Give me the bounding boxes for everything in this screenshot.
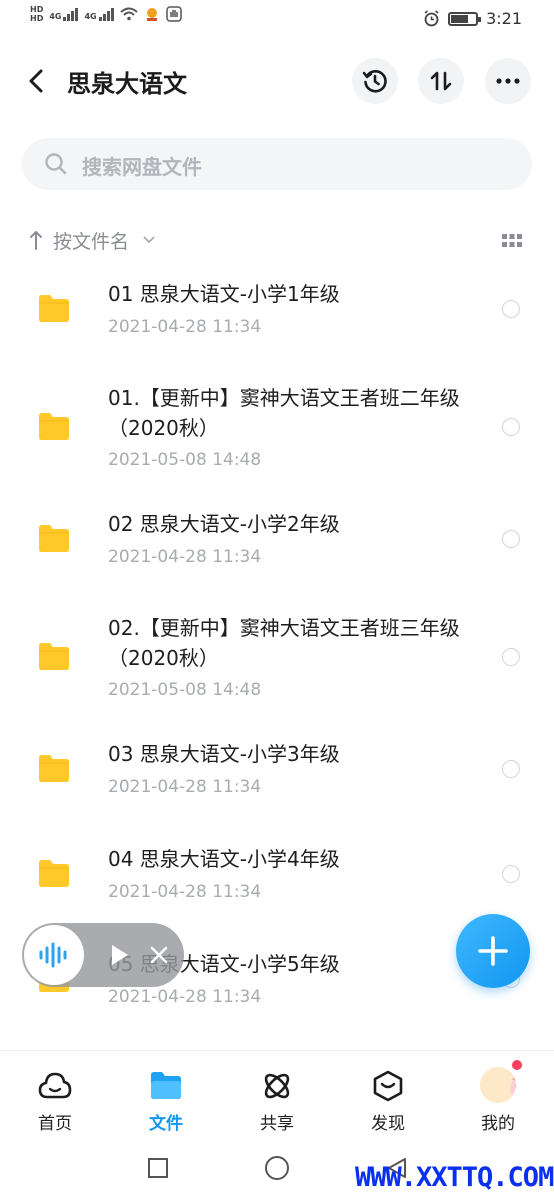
sort-icon bbox=[430, 71, 452, 91]
list-item[interactable]: 01 思泉大语文-小学1年级 2021-04-28 11:34 bbox=[0, 270, 554, 360]
sort-row[interactable]: 按文件名 bbox=[28, 226, 526, 254]
watermark: WWW.XXTTQ.COM bbox=[355, 1162, 554, 1193]
list-item[interactable]: 02 思泉大语文-小学2年级 2021-04-28 11:34 bbox=[0, 500, 554, 590]
folder-icon bbox=[39, 643, 69, 670]
file-name: 01.【更新中】窦神大语文王者班二年级（2020秋） bbox=[108, 386, 460, 440]
close-icon[interactable] bbox=[150, 946, 168, 964]
share-atom-icon bbox=[264, 1073, 290, 1099]
audio-wave-icon bbox=[39, 942, 67, 968]
file-name: 03 思泉大语文-小学3年级 bbox=[108, 742, 340, 766]
list-item[interactable]: 01.【更新中】窦神大语文王者班二年级（2020秋） 2021-05-08 14… bbox=[0, 375, 554, 485]
file-date: 2021-04-28 11:34 bbox=[108, 777, 262, 797]
nav-files[interactable]: 文件 bbox=[126, 1067, 206, 1137]
battery-icon bbox=[448, 11, 482, 26]
sort-button[interactable] bbox=[418, 58, 464, 104]
history-button[interactable] bbox=[352, 58, 398, 104]
more-icon bbox=[496, 78, 520, 84]
header: 思泉大语文 bbox=[0, 55, 554, 107]
back-arrow-icon[interactable] bbox=[24, 67, 50, 95]
nav-discover-label: 发现 bbox=[371, 1114, 405, 1134]
signal1-icon: 4G bbox=[49, 7, 79, 21]
audio-wave-button[interactable] bbox=[24, 925, 84, 985]
nav-home-label: 首页 bbox=[38, 1114, 72, 1134]
add-button[interactable] bbox=[456, 914, 530, 988]
select-radio[interactable] bbox=[502, 418, 520, 436]
file-name: 04 思泉大语文-小学4年级 bbox=[108, 847, 340, 871]
list-item[interactable]: 03 思泉大语文-小学3年级 2021-04-28 11:34 bbox=[0, 730, 554, 820]
avatar bbox=[480, 1067, 516, 1103]
search-icon bbox=[45, 153, 67, 175]
grid-view-icon[interactable] bbox=[502, 234, 522, 248]
nav-share-label: 共享 bbox=[260, 1114, 294, 1134]
folder-icon bbox=[39, 755, 69, 782]
search-placeholder: 搜索网盘文件 bbox=[82, 155, 202, 179]
folder-icon bbox=[39, 413, 69, 440]
home-cloud-icon bbox=[38, 1072, 72, 1099]
sort-label: 按文件名 bbox=[53, 231, 130, 253]
net2-label: 4G bbox=[84, 12, 97, 21]
file-name: 02 思泉大语文-小学2年级 bbox=[108, 512, 340, 536]
bottom-nav: 首页 文件 共享 发现 我的 bbox=[0, 1050, 554, 1140]
play-icon[interactable] bbox=[110, 943, 130, 967]
folder-icon bbox=[39, 525, 69, 552]
select-radio[interactable] bbox=[502, 865, 520, 883]
list-item[interactable]: 02.【更新中】窦神大语文王者班三年级（2020秋） 2021-05-08 14… bbox=[0, 605, 554, 715]
recent-apps-icon[interactable] bbox=[147, 1157, 169, 1179]
select-radio[interactable] bbox=[502, 648, 520, 666]
select-radio[interactable] bbox=[502, 300, 520, 318]
floating-audio-player[interactable] bbox=[22, 923, 184, 987]
home-circle-icon[interactable] bbox=[264, 1155, 290, 1181]
search-input[interactable]: 搜索网盘文件 bbox=[22, 138, 532, 190]
hand-icon bbox=[165, 6, 182, 22]
pig-avatar-icon bbox=[510, 1076, 516, 1100]
nav-mine[interactable]: 我的 bbox=[458, 1060, 538, 1137]
sort-direction-icon bbox=[30, 231, 42, 250]
file-date: 2021-05-08 14:48 bbox=[108, 450, 262, 470]
hd1-label: HD bbox=[30, 5, 44, 14]
status-bar: HD HD 4G 4G 3:21 bbox=[0, 0, 554, 40]
wifi-icon bbox=[119, 7, 138, 21]
nav-discover[interactable]: 发现 bbox=[348, 1067, 428, 1137]
folder-icon bbox=[39, 860, 69, 887]
chevron-down-icon bbox=[143, 236, 155, 244]
select-radio[interactable] bbox=[502, 530, 520, 548]
status-right: 3:21 bbox=[423, 9, 522, 28]
select-radio[interactable] bbox=[502, 760, 520, 778]
files-icon bbox=[151, 1072, 181, 1099]
nav-files-label: 文件 bbox=[149, 1114, 183, 1134]
hd2-label: HD bbox=[30, 14, 44, 23]
folder-icon bbox=[39, 295, 69, 322]
file-date: 2021-04-28 11:34 bbox=[108, 987, 262, 1007]
page-title: 思泉大语文 bbox=[67, 70, 187, 98]
clock: 3:21 bbox=[486, 9, 522, 28]
file-date: 2021-04-28 11:34 bbox=[108, 882, 262, 902]
file-date: 2021-04-28 11:34 bbox=[108, 547, 262, 567]
app-notification-icon bbox=[146, 8, 157, 21]
nav-share[interactable]: 共享 bbox=[237, 1067, 317, 1137]
file-date: 2021-04-28 11:34 bbox=[108, 317, 262, 337]
file-name: 02.【更新中】窦神大语文王者班三年级（2020秋） bbox=[108, 616, 460, 670]
net1-label: 4G bbox=[49, 12, 62, 21]
hd-indicator: HD HD bbox=[30, 5, 43, 23]
alarm-icon bbox=[424, 10, 439, 27]
file-date: 2021-05-08 14:48 bbox=[108, 680, 262, 700]
plus-icon bbox=[478, 936, 508, 966]
notification-dot bbox=[512, 1060, 522, 1070]
status-left: HD HD 4G 4G bbox=[30, 5, 182, 23]
more-button[interactable] bbox=[485, 58, 531, 104]
nav-home[interactable]: 首页 bbox=[15, 1067, 95, 1137]
file-name: 01 思泉大语文-小学1年级 bbox=[108, 282, 340, 306]
discover-compass-icon bbox=[373, 1070, 403, 1102]
list-item[interactable]: 04 思泉大语文-小学4年级 2021-04-28 11:34 bbox=[0, 835, 554, 925]
history-icon bbox=[362, 70, 387, 93]
signal2-icon: 4G bbox=[84, 7, 114, 21]
nav-mine-label: 我的 bbox=[481, 1114, 515, 1134]
